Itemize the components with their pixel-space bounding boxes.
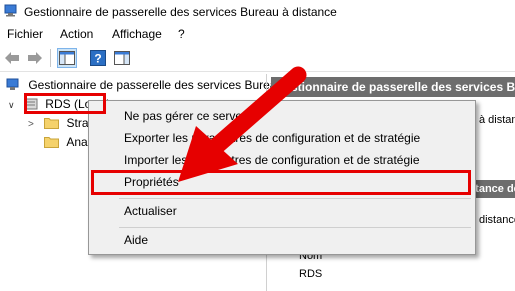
annotation-arrow-icon [178,66,307,182]
